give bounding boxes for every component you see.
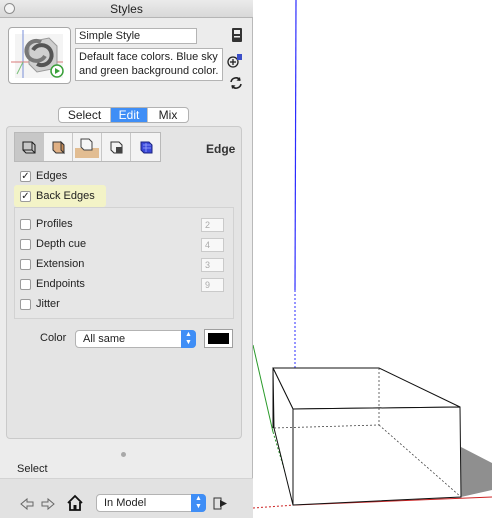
profiles-option[interactable]: Profiles — [20, 217, 73, 231]
blue-axis — [294, 0, 297, 291]
face-settings-button[interactable] — [44, 133, 73, 161]
tab-select[interactable]: Select — [59, 108, 111, 122]
profiles-width-field[interactable]: 2 — [201, 218, 224, 232]
watermark-settings-button[interactable] — [102, 133, 131, 161]
extension-length-field[interactable]: 3 — [201, 258, 224, 272]
select-section-label: Select — [17, 463, 48, 475]
depth-cue-checkbox[interactable] — [20, 238, 31, 250]
edges-option[interactable]: ✓ Edges — [20, 169, 67, 183]
create-style-icon[interactable] — [227, 52, 243, 68]
section-title: Edge — [206, 142, 236, 156]
close-button[interactable] — [4, 3, 15, 14]
endpoints-length-field[interactable]: 9 — [201, 278, 224, 292]
jitter-label: Jitter — [36, 298, 60, 310]
model-viewport[interactable] — [252, 0, 492, 518]
tab-edit[interactable]: Edit — [111, 108, 148, 122]
green-axis — [252, 344, 274, 433]
color-swatch[interactable] — [204, 329, 233, 348]
edge-settings-button[interactable] — [15, 133, 44, 161]
style-preview-icon — [11, 30, 64, 78]
style-name-field[interactable]: Simple Style — [75, 28, 197, 44]
edges-checkbox[interactable]: ✓ — [20, 170, 31, 182]
viewport-canvas — [252, 0, 492, 509]
style-description-field[interactable]: Default face colors. Blue sky and green … — [75, 48, 223, 81]
updown-arrow-icon: ▲ ▼ — [191, 494, 206, 512]
endpoints-checkbox[interactable] — [20, 278, 31, 290]
jitter-option[interactable]: Jitter — [20, 297, 60, 311]
color-label: Color — [40, 332, 67, 344]
watermark-settings-icon — [110, 141, 123, 154]
swatch-fill — [208, 333, 229, 344]
edges-label: Edges — [36, 170, 68, 182]
background-settings-icon — [75, 138, 99, 158]
save-style-icon[interactable] — [229, 27, 245, 43]
forward-arrow-icon[interactable] — [40, 496, 56, 512]
box-shadow — [461, 447, 492, 497]
profiles-checkbox[interactable] — [20, 218, 31, 230]
splitter-handle[interactable] — [121, 452, 126, 457]
home-icon[interactable] — [66, 494, 84, 512]
profiles-label: Profiles — [36, 218, 73, 230]
extension-option[interactable]: Extension — [20, 257, 84, 271]
edit-category-toolbar — [14, 132, 161, 162]
background-settings-button[interactable] — [73, 133, 102, 161]
tab-mix[interactable]: Mix — [148, 108, 188, 122]
face-settings-icon — [52, 140, 65, 155]
endpoints-label: Endpoints — [36, 278, 85, 290]
endpoints-option[interactable]: Endpoints — [20, 277, 85, 291]
extension-checkbox[interactable] — [20, 258, 31, 270]
extension-label: Extension — [36, 258, 85, 270]
modeling-settings-icon — [140, 141, 152, 154]
details-arrow-icon[interactable] — [212, 495, 229, 512]
style-location-dropdown[interactable]: In Model ▲ ▼ — [96, 494, 206, 512]
back-edges-option[interactable]: ✓ Back Edges — [20, 189, 95, 203]
window-title: Styles — [110, 2, 143, 16]
box-top-face — [272, 367, 461, 410]
style-tabs: Select Edit Mix — [58, 107, 189, 123]
style-location-value: In Model — [104, 497, 147, 509]
jitter-checkbox[interactable] — [20, 298, 31, 310]
update-style-icon[interactable] — [228, 75, 244, 91]
color-dropdown[interactable]: All same ▲ ▼ — [75, 330, 196, 348]
back-edges-checkbox[interactable]: ✓ — [20, 190, 31, 202]
updown-arrow-icon: ▲ ▼ — [181, 330, 196, 348]
depth-cue-option[interactable]: Depth cue — [20, 237, 86, 251]
depth-cue-width-field[interactable]: 4 — [201, 238, 224, 252]
styles-panel: Styles Simple Style Default face colors.… — [0, 0, 253, 518]
box-front-face — [292, 406, 462, 506]
back-edges-label: Back Edges — [36, 190, 95, 202]
style-thumbnail[interactable] — [8, 27, 71, 84]
color-dropdown-value: All same — [83, 333, 126, 345]
window-titlebar: Styles — [0, 0, 253, 18]
modeling-settings-button[interactable] — [131, 133, 160, 161]
edge-settings-icon — [22, 141, 36, 154]
back-arrow-icon[interactable] — [19, 496, 35, 512]
depth-cue-label: Depth cue — [36, 238, 87, 250]
red-axis-hidden — [252, 504, 296, 509]
